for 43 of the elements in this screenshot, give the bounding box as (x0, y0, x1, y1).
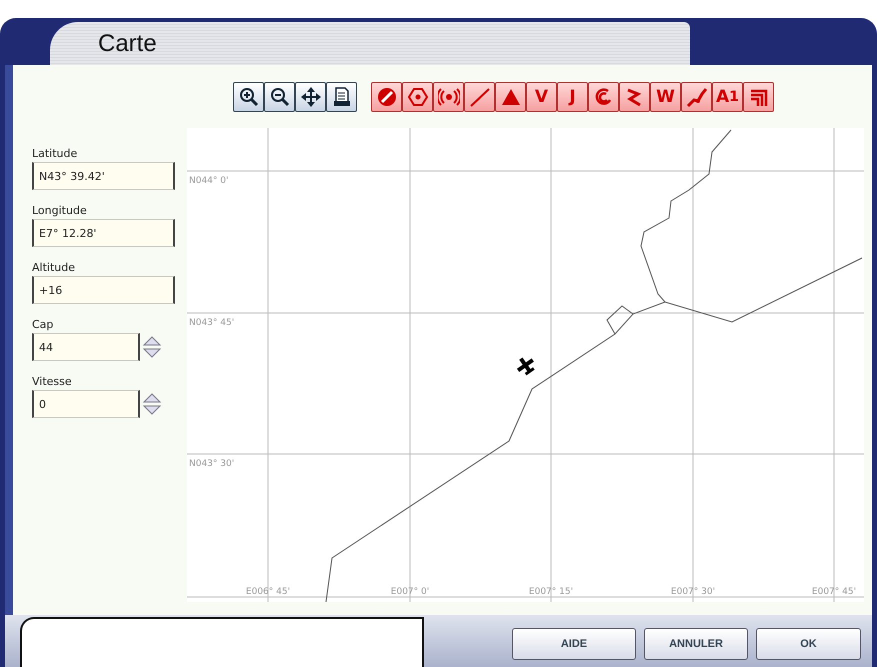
zoom-in-button[interactable] (233, 82, 264, 112)
pan-button[interactable] (295, 82, 326, 112)
field-label: Vitesse (32, 375, 72, 388)
four-way-arrows-icon (300, 86, 322, 108)
layer-toggle-button[interactable] (743, 82, 774, 112)
layer-toggle-button[interactable]: J (557, 82, 588, 112)
field-label: Cap (32, 318, 54, 331)
layer-toggle-button[interactable] (433, 82, 464, 112)
dialog-button[interactable]: AIDE (512, 628, 636, 660)
radio-waves-icon (438, 86, 460, 108)
window-title: Carte (98, 30, 157, 58)
layer-toggle-button[interactable] (495, 82, 526, 112)
print-button[interactable] (326, 82, 357, 112)
input-field[interactable]: +16 (32, 276, 175, 304)
spinner-arrows-icon[interactable] (142, 336, 162, 358)
magnifier-minus-icon (268, 86, 290, 108)
airway-icon (686, 86, 708, 108)
input-field[interactable]: N43° 39.42' (32, 162, 175, 190)
spinner-arrows-icon[interactable] (142, 393, 162, 415)
dialog-button[interactable]: ANNULER (644, 628, 748, 660)
layer-toggle-button[interactable] (588, 82, 619, 112)
field-label: Latitude (32, 147, 78, 160)
dialog-button[interactable]: OK (756, 628, 861, 660)
field-label: Altitude (32, 261, 75, 274)
layer-toggle-button[interactable] (402, 82, 433, 112)
layer-toggle-button[interactable]: V (526, 82, 557, 112)
airplane-icon (516, 357, 535, 376)
layer-toggle-button[interactable] (371, 82, 402, 112)
arrowhead-icon (468, 86, 490, 108)
latitude-label: N043° 30' (189, 459, 234, 469)
latitude-label: N043° 45' (189, 318, 234, 328)
layer-toggle-button[interactable] (464, 82, 495, 112)
layer-toggle-button[interactable] (681, 82, 712, 112)
input-field[interactable]: 44 (32, 333, 140, 361)
latitude-label: N044° 0' (189, 176, 228, 186)
zoom-out-button[interactable] (264, 82, 295, 112)
layer-toggle-button[interactable]: W (650, 82, 681, 112)
circle-slash-icon (376, 86, 398, 108)
field-label: Longitude (32, 204, 87, 217)
layer-toggle-button[interactable] (619, 82, 650, 112)
input-field[interactable]: 0 (32, 390, 140, 418)
input-field[interactable]: E7° 12.28' (32, 219, 175, 247)
magnifier-plus-icon (238, 86, 260, 108)
